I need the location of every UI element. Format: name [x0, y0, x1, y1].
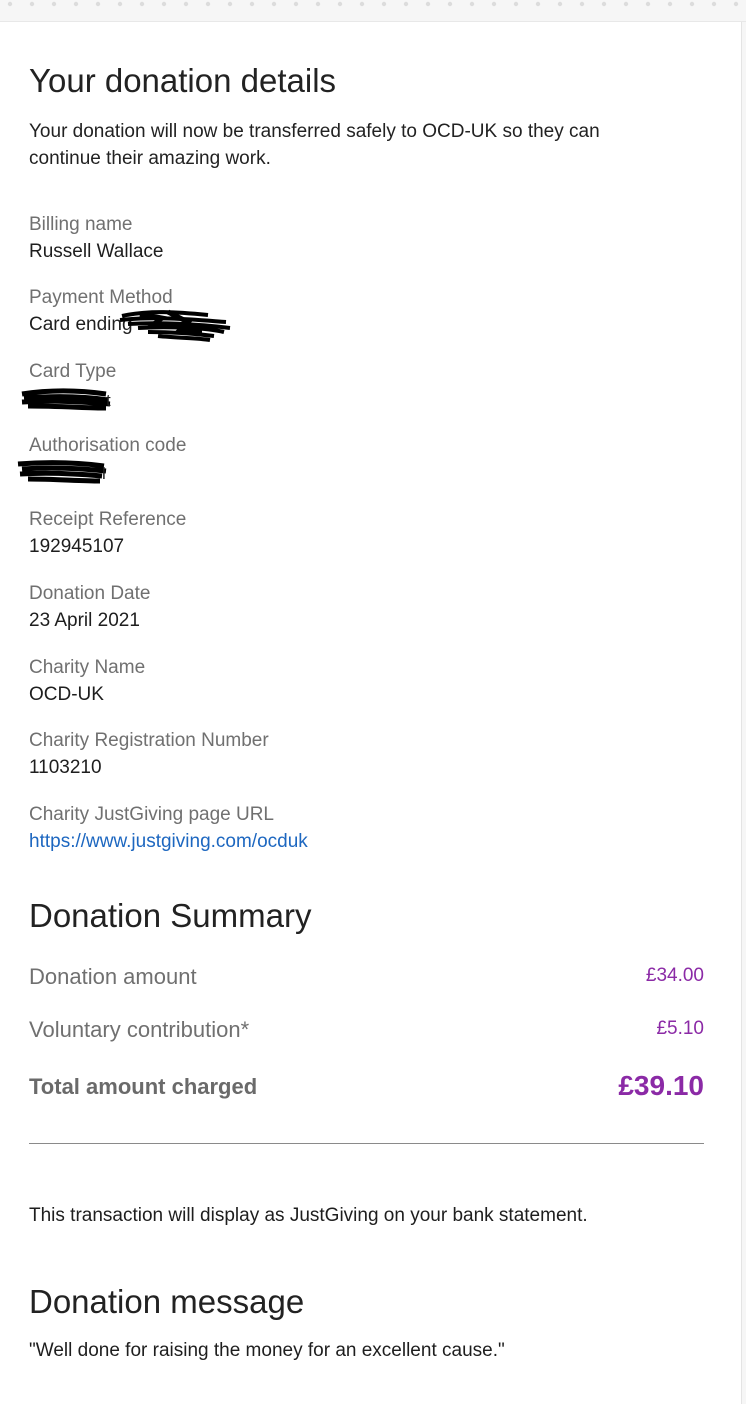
edge-dot [579, 1, 585, 7]
donation-summary-heading: Donation Summary [29, 897, 312, 934]
charity-url-label: Charity JustGiving page URL [29, 804, 274, 825]
edge-dot [535, 1, 541, 7]
edge-dot [249, 1, 255, 7]
edge-dot [601, 1, 607, 7]
edge-dot [667, 1, 673, 7]
svg-text:l: l [102, 464, 106, 483]
donation-message-heading: Donation message [29, 1283, 305, 1320]
edge-dot [29, 1, 35, 7]
redaction-scribble [119, 309, 231, 342]
dotted-edge-decoration [7, 1, 739, 7]
voluntary-contribution-label: Voluntary contribution* [29, 1017, 250, 1042]
edge-dot [205, 1, 211, 7]
page-top-edge [0, 0, 746, 22]
edge-dot [689, 1, 695, 7]
receipt-reference-label: Receipt Reference [29, 509, 187, 530]
donation-message-text: "Well done for raising the money for an … [29, 1340, 505, 1361]
edge-dot [447, 1, 453, 7]
charity-name-value: OCD-UK [29, 684, 104, 705]
donation-amount-value: £34.00 [645, 965, 704, 986]
edge-dot [491, 1, 497, 7]
edge-dot [645, 1, 651, 7]
edge-dot [557, 1, 563, 7]
edge-dot [271, 1, 277, 7]
charity-page-link[interactable]: https://www.justgiving.com/ocduk [29, 831, 308, 853]
billing-name-label: Billing name [29, 214, 133, 235]
edge-dot [7, 1, 13, 7]
edge-dot [623, 1, 629, 7]
edge-dot [51, 1, 57, 7]
receipt-reference-value: 192945107 [29, 536, 125, 557]
edge-dot [337, 1, 343, 7]
edge-dot [183, 1, 189, 7]
edge-dot [425, 1, 431, 7]
voluntary-contribution-value: £5.10 [656, 1018, 704, 1039]
summary-divider [29, 1143, 704, 1144]
edge-dot [117, 1, 123, 7]
edge-dot [227, 1, 233, 7]
intro-text: Your donation will now be transferred sa… [29, 121, 600, 169]
edge-dot [161, 1, 167, 7]
card-type-label: Card Type [29, 361, 117, 382]
edge-dot [293, 1, 299, 7]
edge-dot [359, 1, 365, 7]
payment-method-value: Card ending [29, 314, 133, 335]
edge-dot [711, 1, 717, 7]
page-title: Your donation details [29, 62, 337, 99]
edge-dot [73, 1, 79, 7]
edge-dot [139, 1, 145, 7]
redaction-scribble: t [21, 388, 111, 411]
svg-text:t: t [106, 391, 111, 410]
charity-name-label: Charity Name [29, 657, 146, 678]
bank-statement-note: This transaction will display as JustGiv… [29, 1205, 588, 1226]
edge-dot [469, 1, 475, 7]
edge-dot [513, 1, 519, 7]
edge-dot [403, 1, 409, 7]
authorisation-code-label: Authorisation code [29, 435, 187, 456]
charity-registration-label: Charity Registration Number [29, 730, 269, 751]
billing-name-value: Russell Wallace [29, 241, 164, 262]
donation-date-label: Donation Date [29, 583, 151, 604]
edge-dot [381, 1, 387, 7]
total-amount-label: Total amount charged [29, 1074, 258, 1099]
charity-registration-value: 1103210 [29, 757, 102, 778]
edge-dot [733, 1, 739, 7]
edge-dot [95, 1, 101, 7]
donation-amount-label: Donation amount [29, 964, 197, 989]
redaction-scribble: l [17, 460, 107, 484]
edge-dot [315, 1, 321, 7]
donation-date-value: 23 April 2021 [29, 610, 140, 631]
total-amount-value: £39.10 [618, 1070, 704, 1101]
